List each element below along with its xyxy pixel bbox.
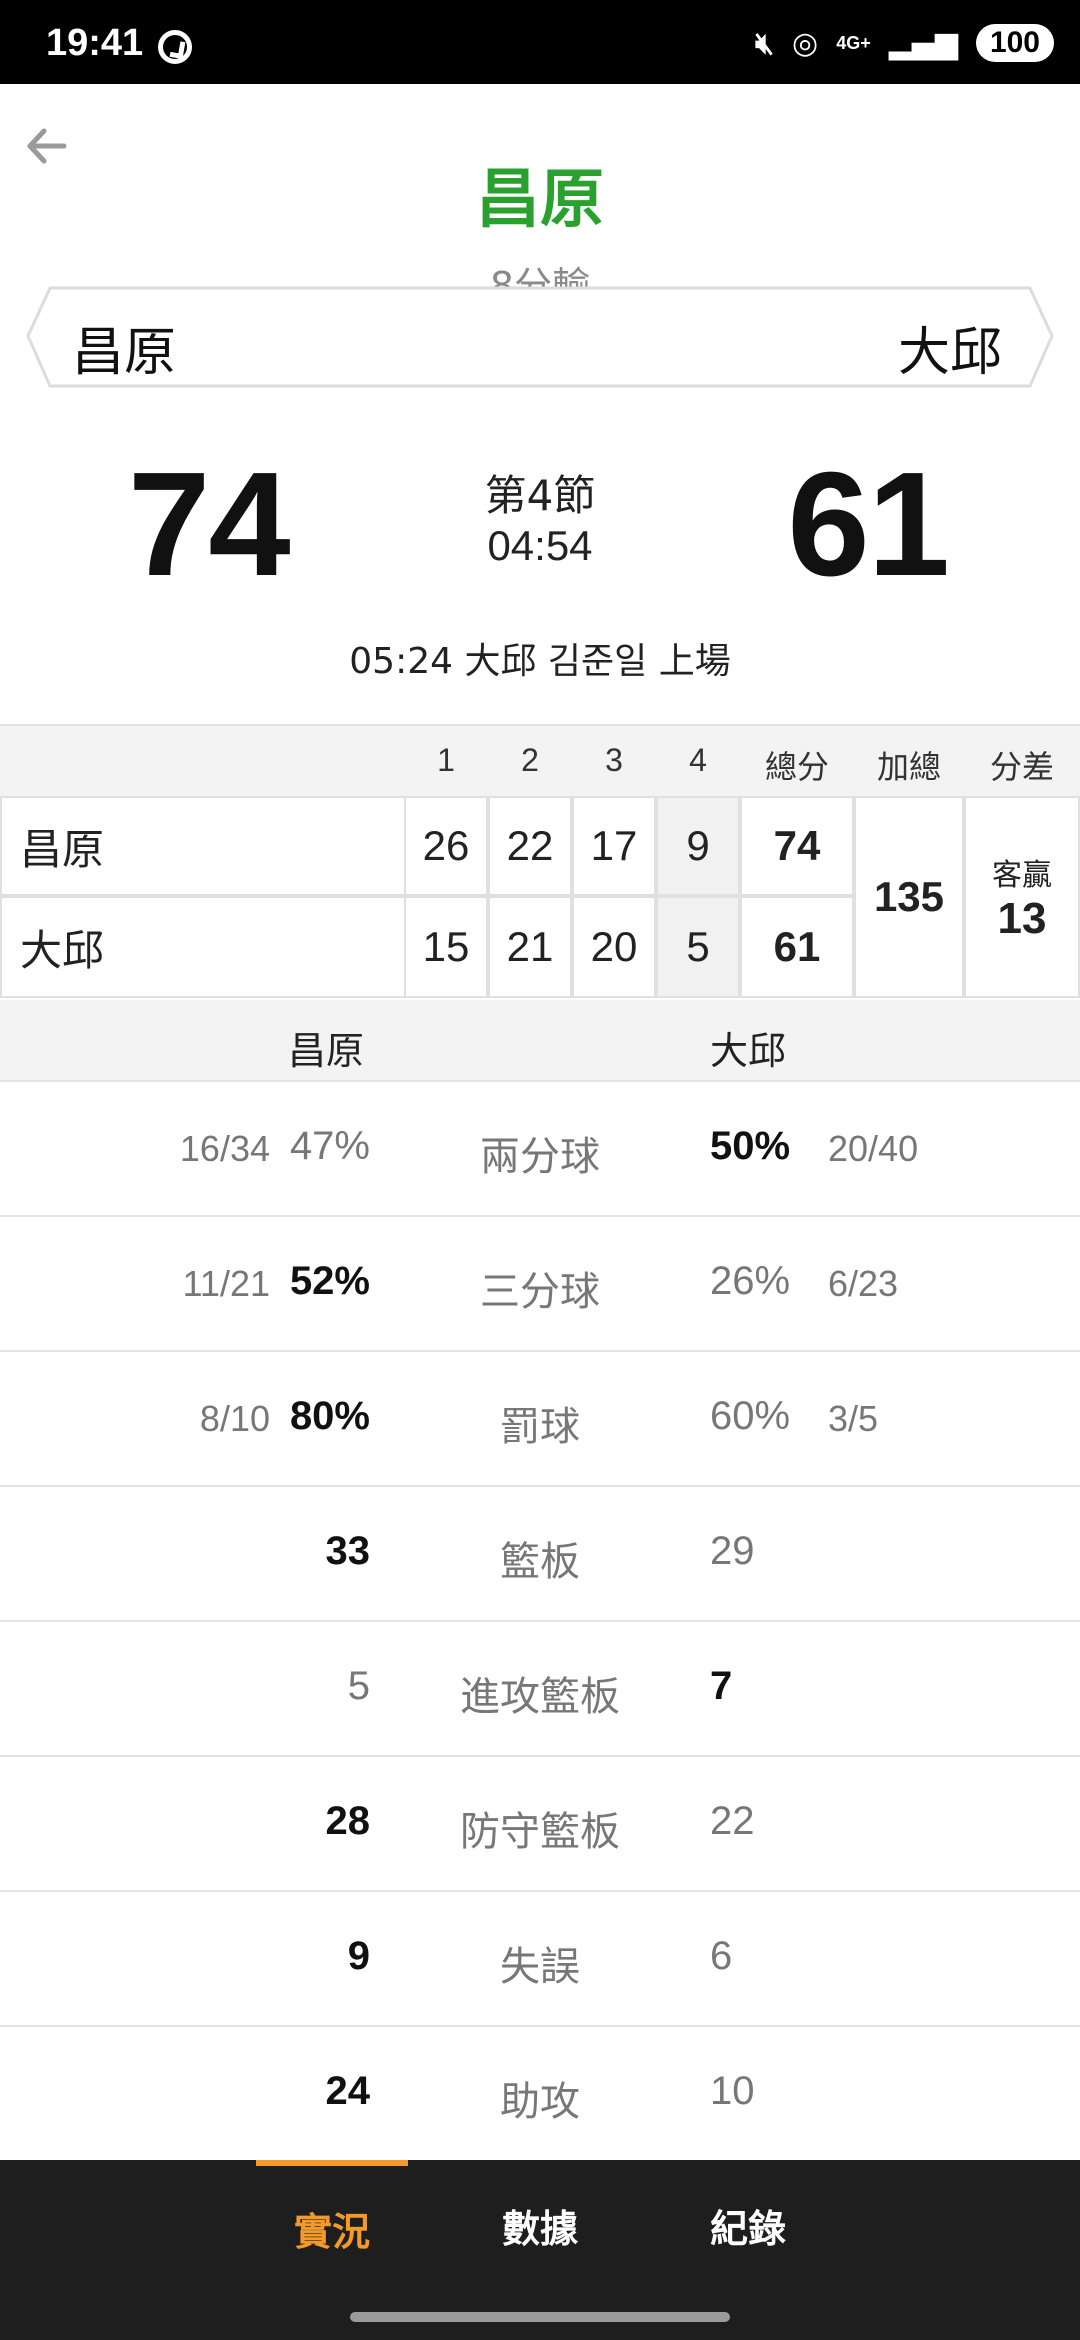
- quarter-score: 21: [490, 898, 570, 996]
- away-stat-value: 26%: [710, 1259, 791, 1303]
- stats-list: 16/34 47% 兩分球 50% 20/40 11/21 52% 三分球 26…: [0, 1080, 1080, 2160]
- tab-live[interactable]: 實況: [256, 2160, 408, 2290]
- away-score: 61: [787, 442, 950, 607]
- home-stat-value: 80%: [289, 1394, 370, 1438]
- stat-row: 8/10 80% 罰球 60% 3/5: [0, 1350, 1080, 1485]
- team-total-score: 74: [742, 798, 852, 894]
- home-stat-value: 24: [325, 2069, 371, 2113]
- diff-header: 分差: [989, 749, 1054, 785]
- home-score: 74: [128, 442, 291, 607]
- stat-row: 24 助攻 10: [0, 2025, 1080, 2160]
- home-made-attempted: 8/10: [199, 1398, 270, 1439]
- stat-row: 5 進攻籃板 7: [0, 1620, 1080, 1755]
- quarter-score: 26: [406, 798, 486, 894]
- quarter-header-2: 2: [521, 742, 539, 778]
- quarter-score: 15: [406, 898, 486, 996]
- stats-home-team: 昌原: [288, 1029, 365, 1073]
- quarter-score: 22: [490, 798, 570, 894]
- team-total-score: 61: [742, 898, 852, 996]
- stat-row: 28 防守籃板 22: [0, 1755, 1080, 1890]
- home-team-name[interactable]: 昌原: [72, 310, 176, 385]
- away-made-attempted: 3/5: [828, 1398, 879, 1439]
- stat-row: 33 籃板 29: [0, 1485, 1080, 1620]
- hotspot-icon: ◎: [792, 25, 819, 61]
- home-made-attempted: 16/34: [179, 1128, 270, 1169]
- away-stat-value: 22: [710, 1799, 755, 1843]
- away-made-attempted: 20/40: [828, 1128, 919, 1169]
- page-title: 昌原: [476, 163, 604, 237]
- current-quarter-score: 5: [658, 898, 738, 996]
- stats-header: 昌原 大邱: [0, 1000, 1080, 1080]
- quarter-table-header: 1 2 3 4 總分 加總 分差: [0, 724, 1080, 796]
- score-diff-cell: 客贏 13: [966, 798, 1078, 996]
- stat-row: 16/34 47% 兩分球 50% 20/40: [0, 1080, 1080, 1215]
- stats-away-team: 大邱: [710, 1029, 787, 1073]
- tab-records[interactable]: 紀錄: [672, 2160, 824, 2290]
- table-row-team-name: 昌原: [2, 798, 404, 894]
- period-label: 第4節: [484, 471, 596, 520]
- away-stat-value: 29: [710, 1529, 755, 1573]
- away-stat-value: 50%: [710, 1124, 791, 1168]
- diff-value: 13: [997, 894, 1047, 943]
- last-play-text: 05:24 大邱 김준일 上場: [349, 641, 731, 682]
- quarter-header-4: 4: [689, 742, 707, 778]
- current-quarter-score: 9: [658, 798, 738, 894]
- tab-stats[interactable]: 數據: [464, 2160, 616, 2290]
- home-made-attempted: 11/21: [182, 1263, 270, 1304]
- status-icons: 🔇︎ ◎ 4G+ ▂▄▆ 100: [755, 18, 1054, 68]
- away-stat-value: 7: [710, 1664, 733, 1708]
- battery-indicator: 100: [975, 24, 1054, 62]
- home-indicator[interactable]: [350, 2312, 730, 2322]
- diff-label: 客贏: [992, 859, 1052, 892]
- signal-icon: ▂▄▆: [888, 25, 958, 61]
- table-row-team-name: 大邱: [2, 898, 404, 996]
- quarter-header-1: 1: [437, 742, 455, 778]
- quarter-score-table: 昌原 26 22 17 9 74 大邱 15 21 20 5 61 135 客贏…: [0, 796, 1080, 998]
- mute-icon: 🔇︎: [755, 25, 774, 61]
- stat-label: 防守籃板: [460, 1809, 620, 1855]
- status-bar: 19:41 🔇︎ ◎ 4G+ ▂▄▆ 100: [0, 0, 1080, 84]
- status-time: 19:41: [46, 22, 144, 64]
- away-team-name[interactable]: 大邱: [898, 310, 1002, 385]
- home-stat-value: 28: [325, 1799, 371, 1843]
- combined-score: 135: [856, 798, 962, 996]
- home-stat-value: 52%: [289, 1259, 370, 1303]
- total-header: 總分: [764, 749, 829, 785]
- away-stat-value: 60%: [710, 1394, 791, 1438]
- home-stat-value: 47%: [289, 1124, 370, 1168]
- away-stat-value: 10: [710, 2069, 755, 2113]
- quarter-score: 17: [574, 798, 654, 894]
- network-type-label: 4G+: [836, 33, 871, 53]
- stat-label: 兩分球: [480, 1134, 600, 1180]
- sync-icon: [158, 30, 192, 64]
- combined-header: 加總: [876, 749, 941, 785]
- stat-label: 進攻籃板: [460, 1674, 620, 1720]
- away-stat-value: 6: [710, 1934, 733, 1978]
- home-stat-value: 9: [347, 1934, 370, 1978]
- quarter-score: 20: [574, 898, 654, 996]
- away-made-attempted: 6/23: [828, 1263, 899, 1304]
- stat-label: 籃板: [500, 1539, 580, 1585]
- stat-label: 失誤: [500, 1944, 580, 1990]
- home-stat-value: 33: [325, 1529, 371, 1573]
- game-clock: 04:54: [487, 522, 593, 569]
- stat-row: 9 失誤 6: [0, 1890, 1080, 2025]
- stat-label: 罰球: [500, 1404, 580, 1450]
- stat-row: 11/21 52% 三分球 26% 6/23: [0, 1215, 1080, 1350]
- quarter-header-3: 3: [605, 742, 623, 778]
- stat-label: 助攻: [500, 2079, 580, 2125]
- stat-label: 三分球: [480, 1269, 600, 1315]
- home-stat-value: 5: [347, 1664, 370, 1708]
